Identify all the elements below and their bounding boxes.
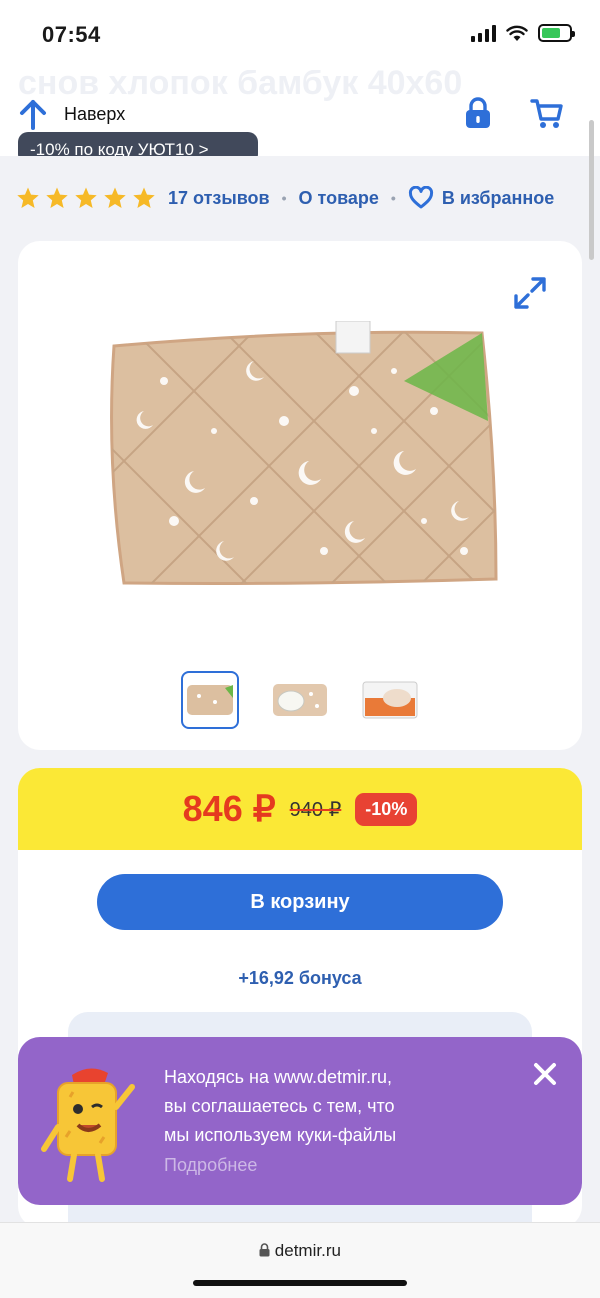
- scroll-to-top-label: Наверх: [64, 103, 126, 124]
- expand-icon: [514, 277, 546, 309]
- cellular-signal-icon: [471, 24, 496, 42]
- cookie-line-2: вы соглашаетесь с тем, что: [164, 1096, 395, 1116]
- cookie-details-link[interactable]: Подробнее: [164, 1155, 257, 1176]
- promo-code-banner[interactable]: -10% по коду УЮТ10 >: [18, 132, 258, 156]
- current-price: 846 ₽: [182, 788, 276, 829]
- url-text: detmir.ru: [274, 1241, 341, 1260]
- cookie-line-1: Находясь на www.detmir.ru,: [164, 1067, 393, 1087]
- rating-stars[interactable]: [16, 186, 156, 210]
- heart-icon: [408, 186, 433, 209]
- old-price: 940 ₽: [289, 798, 342, 821]
- reviews-link[interactable]: 17 отзывов: [168, 188, 270, 209]
- add-to-cart-button[interactable]: В корзину: [97, 874, 503, 930]
- star-icon: [133, 187, 155, 208]
- product-gallery: [18, 241, 582, 750]
- cookie-message: Находясь на www.detmir.ru, вы соглашаете…: [164, 1063, 396, 1150]
- separator-dot: •: [281, 190, 287, 206]
- sticky-header: снов хлопок бамбук 40х60 -10% по коду УЮ…: [0, 70, 600, 156]
- page-scrollbar[interactable]: [589, 120, 594, 260]
- home-indicator[interactable]: [193, 1280, 407, 1286]
- cookie-close-button[interactable]: [532, 1061, 558, 1092]
- thumbnail-strip: [18, 671, 582, 729]
- thumbnail-pillow-package-image: [362, 681, 418, 719]
- cookie-line-3: мы используем куки-файлы: [164, 1125, 397, 1145]
- shopping-cart-icon: [530, 99, 563, 128]
- battery-icon: [538, 24, 575, 42]
- lock-icon: [259, 1243, 270, 1257]
- status-time: 07:54: [42, 22, 101, 47]
- cookie-banner: Находясь на www.detmir.ru, вы соглашаете…: [18, 1037, 582, 1205]
- url-display[interactable]: detmir.ru: [0, 1241, 600, 1261]
- separator-dot: •: [390, 190, 396, 206]
- fullscreen-button[interactable]: [512, 275, 548, 316]
- status-bar: 07:54: [0, 0, 600, 70]
- thumbnail-pillow-front-image: [187, 685, 233, 715]
- arrow-up-icon: [20, 100, 46, 130]
- add-to-favorites-label: В избранное: [441, 187, 555, 208]
- discount-badge: -10%: [355, 792, 418, 826]
- thumbnail-1[interactable]: [181, 671, 239, 729]
- account-button[interactable]: [464, 96, 492, 135]
- add-to-favorites-link[interactable]: В избранное: [408, 186, 554, 210]
- close-icon: [534, 1063, 556, 1085]
- status-icons: [471, 24, 575, 42]
- star-icon: [75, 187, 97, 208]
- wifi-icon: [506, 25, 528, 41]
- thumbnail-pillow-open-image: [273, 684, 327, 716]
- price-band: 846 ₽ 940 ₽ -10%: [18, 768, 582, 850]
- thumbnail-3[interactable]: [361, 671, 419, 729]
- star-icon: [104, 187, 126, 208]
- thumbnail-2[interactable]: [271, 671, 329, 729]
- cart-button[interactable]: [530, 96, 564, 135]
- lock-icon: [466, 97, 490, 128]
- star-icon: [17, 187, 39, 208]
- bonus-points: +16,92 бонуса: [238, 968, 362, 988]
- about-product-link[interactable]: О товаре: [299, 188, 379, 209]
- star-icon: [46, 187, 68, 208]
- product-meta-row: 17 отзывов • О товаре • В избранное: [16, 186, 586, 210]
- scroll-to-top-button[interactable]: Наверх: [18, 98, 125, 130]
- browser-address-bar: detmir.ru: [0, 1222, 600, 1298]
- mascot-sponge-icon: [41, 1068, 135, 1182]
- product-main-image[interactable]: [104, 321, 500, 591]
